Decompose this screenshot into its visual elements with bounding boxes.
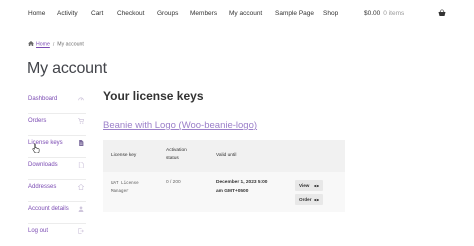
license-key-line1: UAT License (111, 182, 139, 186)
hand-pointer-cursor-icon (32, 143, 40, 153)
column-header-license-key: License key (111, 153, 137, 158)
header-cart-summary[interactable]: $0.00 0 items (364, 10, 404, 17)
nav-sample-page[interactable]: Sample Page (275, 10, 314, 17)
sidebar-item-label: Downloads (28, 162, 58, 168)
license-key-line2: Manager (111, 190, 129, 194)
column-header-activation-line2: status (166, 156, 179, 161)
logout-icon (78, 228, 84, 234)
view-license-button[interactable]: View (295, 180, 323, 191)
nav-my-account[interactable]: My account (229, 10, 262, 17)
download-icon (78, 162, 84, 168)
sidebar-item-label: Addresses (28, 184, 57, 190)
sidebar-item-account-details[interactable]: Account details (28, 202, 86, 224)
cart-total: $0.00 (364, 10, 381, 17)
sidebar-item-dashboard[interactable]: Dashboard (28, 92, 86, 114)
sidebar-item-orders[interactable]: Orders (28, 114, 86, 136)
view-order-button[interactable]: Order (295, 194, 323, 205)
home-icon (28, 41, 34, 46)
nav-groups[interactable]: Groups (157, 10, 178, 17)
user-icon (78, 206, 84, 212)
sidebar-item-addresses[interactable]: Addresses (28, 180, 86, 202)
column-header-activation-line1: Activation (166, 148, 187, 153)
sidebar-item-label: Orders (28, 118, 47, 124)
valid-until-line1: December 1, 2023 5:00 (216, 180, 268, 185)
breadcrumb-current: My account (57, 41, 84, 48)
sidebar-item-log-out[interactable]: Log out (28, 224, 86, 246)
sidebar-item-label: Account details (28, 206, 69, 212)
nav-home[interactable]: Home (28, 10, 45, 17)
nav-activity[interactable]: Activity (57, 10, 78, 17)
license-keys-heading: Your license keys (103, 89, 204, 103)
nav-checkout[interactable]: Checkout (117, 10, 144, 17)
breadcrumb: Home / My account (28, 41, 84, 48)
sidebar-item-label: Dashboard (28, 96, 58, 102)
cart-icon (78, 118, 84, 124)
breadcrumb-separator: / (52, 41, 55, 48)
activation-status: 0 / 200 (166, 180, 181, 185)
eye-icon (314, 184, 319, 187)
view-button-label: View (299, 182, 310, 188)
nav-cart[interactable]: Cart (91, 10, 103, 17)
top-navigation: Home Activity Cart Checkout Groups Membe… (0, 0, 474, 30)
column-header-valid-until: Valid until (216, 153, 237, 158)
eye-icon (314, 198, 319, 201)
sidebar-item-label: Log out (28, 228, 49, 234)
nav-shop[interactable]: Shop (323, 10, 338, 17)
file-icon (79, 140, 84, 146)
license-keys-table: License key Activation status Valid unti… (103, 140, 345, 212)
cart-item-count: 0 items (383, 10, 405, 17)
breadcrumb-home-link[interactable]: Home (36, 42, 50, 48)
sidebar-item-downloads[interactable]: Downloads (28, 158, 86, 180)
valid-until-line2: am GMT+0500 (216, 189, 249, 194)
dashboard-icon (78, 97, 84, 101)
order-button-label: Order (299, 196, 312, 202)
page-title: My account (27, 60, 107, 77)
product-link[interactable]: Beanie with Logo (Woo-beanie-logo) (103, 120, 257, 131)
basket-icon[interactable] (438, 9, 446, 17)
nav-members[interactable]: Members (190, 10, 217, 17)
home-icon (78, 184, 84, 190)
